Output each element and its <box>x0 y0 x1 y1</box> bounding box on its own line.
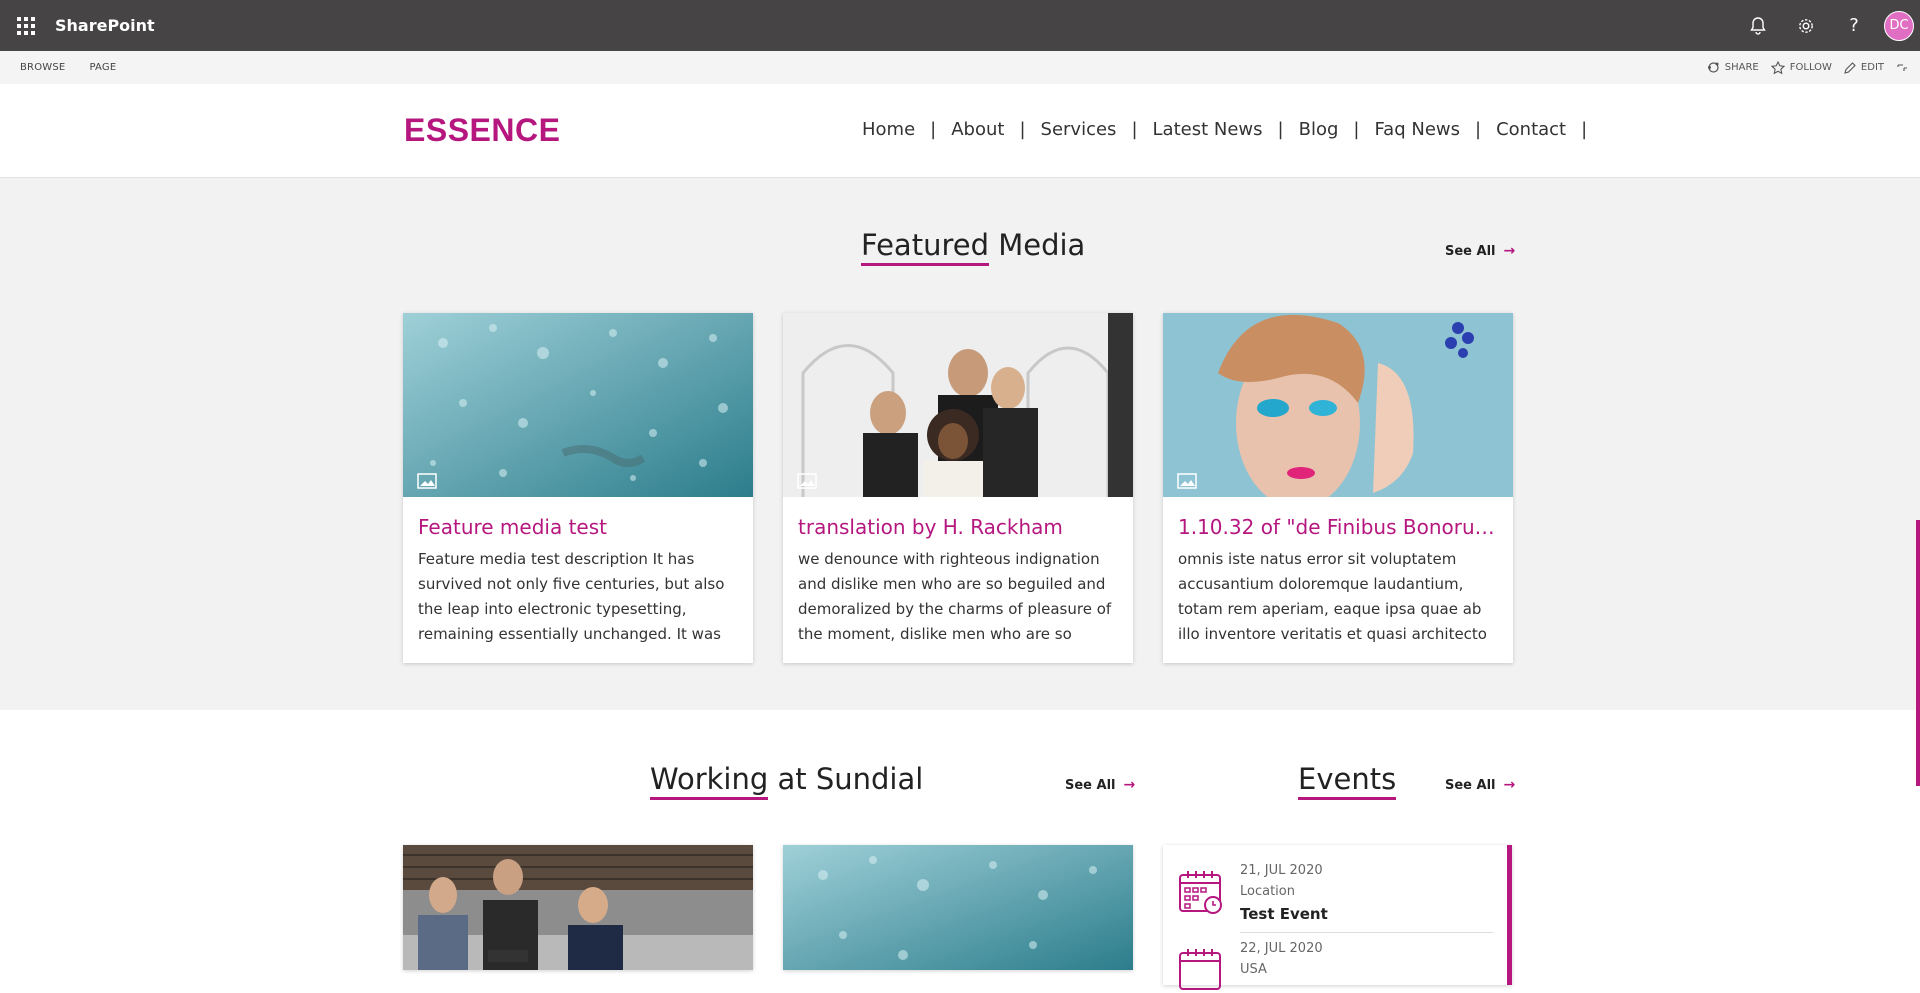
nav-faq-news[interactable]: Faq News <box>1374 119 1460 140</box>
focus-content-button[interactable] <box>1896 62 1908 74</box>
heading-rest: at Sundial <box>768 762 924 796</box>
heading-underlined-word: Events <box>1298 762 1397 800</box>
media-thumbnail[interactable] <box>1163 313 1513 497</box>
edit-button[interactable]: EDIT <box>1844 61 1884 74</box>
working-see-all-link[interactable]: See All → <box>1065 777 1135 793</box>
see-all-label: See All <box>1445 777 1496 793</box>
calendar-icon <box>1179 871 1222 914</box>
main-nav: Home | About | Services | Latest News | Blog… <box>862 119 1602 140</box>
events-see-all-link[interactable]: See All → <box>1445 777 1515 793</box>
app-name[interactable]: SharePoint <box>55 16 155 35</box>
media-card[interactable]: Feature media test Feature media test de… <box>403 313 753 663</box>
media-card[interactable]: 1.10.32 of "de Finibus Bonorum ... omnis… <box>1163 313 1513 663</box>
heading-underlined-word: Working <box>650 762 769 800</box>
media-card-description: omnis iste natus error sit voluptatem ac… <box>1178 550 1487 643</box>
nav-about[interactable]: About <box>951 119 1004 140</box>
nav-separator: | <box>1353 119 1360 140</box>
edit-label: EDIT <box>1860 62 1884 73</box>
nav-blog[interactable]: Blog <box>1299 119 1339 140</box>
arrow-right-icon: → <box>1123 777 1136 793</box>
arrow-right-icon: → <box>1503 777 1516 793</box>
heading-rest: Media <box>989 228 1086 262</box>
see-all-label: See All <box>1065 777 1116 793</box>
arrow-right-icon: → <box>1503 243 1516 259</box>
app-launcher-icon[interactable] <box>0 0 51 51</box>
scrollbar-thumb[interactable] <box>1916 520 1920 786</box>
nav-separator: | <box>1131 119 1138 140</box>
pencil-icon <box>1844 61 1856 74</box>
nav-separator: | <box>1475 119 1482 140</box>
nav-separator: | <box>1277 119 1284 140</box>
event-divider <box>1240 932 1493 933</box>
featured-media-section: Featured Media See All → Feature media t… <box>0 178 1920 710</box>
gear-icon[interactable] <box>1782 0 1830 51</box>
image-icon <box>417 473 437 489</box>
media-thumbnail[interactable] <box>403 313 753 497</box>
featured-media-heading: Featured Media <box>861 228 1086 266</box>
see-all-label: See All <box>1445 243 1496 259</box>
site-header: ESSENCE Home | About | Services | Latest Ne… <box>0 84 1920 178</box>
media-card-title[interactable]: translation by H. Rackham <box>798 515 1118 539</box>
nav-home[interactable]: Home <box>862 119 915 140</box>
focus-icon <box>1897 63 1907 71</box>
event-location: Location <box>1240 884 1295 899</box>
media-card[interactable]: translation by H. Rackham we denounce wi… <box>783 313 1133 663</box>
working-card-thumbnail[interactable] <box>403 845 753 970</box>
media-thumbnail[interactable] <box>783 313 1133 497</box>
suite-bar: SharePoint ? DC <box>0 0 1920 51</box>
events-heading: Events <box>1298 762 1397 800</box>
follow-button[interactable]: FOLLOW <box>1770 60 1832 75</box>
heading-underlined-word: Featured <box>861 228 989 266</box>
tab-browse[interactable]: BROWSE <box>20 62 65 73</box>
ribbon: BROWSE PAGE SHARE FOLLOW EDIT <box>0 51 1920 84</box>
event-date: 22, JUL 2020 <box>1240 941 1323 956</box>
nav-separator: | <box>1019 119 1026 140</box>
image-icon <box>1177 473 1197 489</box>
event-date: 21, JUL 2020 <box>1240 863 1323 878</box>
featured-see-all-link[interactable]: See All → <box>1445 243 1515 259</box>
avatar[interactable]: DC <box>1884 10 1914 41</box>
working-at-sundial-heading: Working at Sundial <box>650 762 924 800</box>
bell-icon[interactable] <box>1734 0 1782 51</box>
nav-separator: | <box>930 119 937 140</box>
site-logo[interactable]: ESSENCE <box>404 112 560 149</box>
nav-separator: | <box>1581 119 1588 140</box>
follow-label: FOLLOW <box>1789 62 1832 73</box>
tab-page[interactable]: PAGE <box>89 62 116 73</box>
event-title[interactable]: Test Event <box>1240 905 1328 923</box>
nav-latest-news[interactable]: Latest News <box>1153 119 1263 140</box>
events-list: 21, JUL 2020 Location Test Event 22, JUL… <box>1163 845 1512 990</box>
star-icon <box>1770 60 1785 74</box>
share-label: SHARE <box>1724 62 1759 73</box>
help-icon[interactable]: ? <box>1830 0 1878 51</box>
nav-services[interactable]: Services <box>1041 119 1117 140</box>
media-card-description: Feature media test description It has su… <box>418 550 725 643</box>
calendar-icon <box>1179 949 1221 990</box>
working-card-thumbnail[interactable] <box>783 845 1133 970</box>
image-icon <box>797 473 817 489</box>
media-card-title[interactable]: Feature media test <box>418 515 738 539</box>
media-card-description: we denounce with righteous indignation a… <box>798 550 1112 643</box>
share-button[interactable]: SHARE <box>1707 61 1759 74</box>
media-card-title[interactable]: 1.10.32 of "de Finibus Bonorum ... <box>1178 515 1498 539</box>
nav-contact[interactable]: Contact <box>1496 119 1566 140</box>
share-icon <box>1707 62 1719 73</box>
